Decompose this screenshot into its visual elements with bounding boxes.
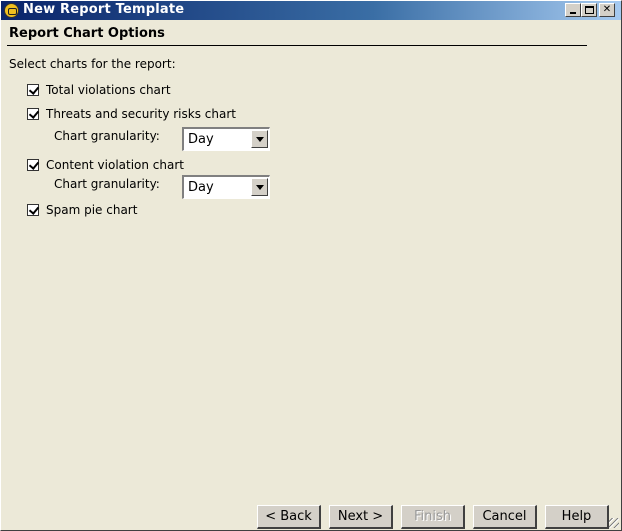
option-threats-security[interactable]: Threats and security risks chart	[27, 107, 236, 121]
finish-button[interactable]: Finish	[401, 505, 465, 529]
select-value: Day	[188, 180, 214, 195]
wizard-footer: < Back Next > Finish Cancel Help	[1, 500, 621, 530]
close-icon: ✕	[602, 4, 612, 15]
minimize-button[interactable]	[565, 3, 581, 17]
checkbox-total-violations[interactable]	[27, 84, 39, 96]
select-prompt: Select charts for the report:	[9, 57, 176, 71]
title-divider	[7, 45, 587, 46]
title-bar[interactable]: New Report Template ✕	[1, 1, 621, 20]
granularity-select-content[interactable]: Day	[182, 175, 270, 199]
chevron-down-icon[interactable]	[251, 178, 268, 196]
cancel-button[interactable]: Cancel	[473, 505, 537, 529]
option-label: Threats and security risks chart	[46, 107, 236, 121]
wizard-content: Report Chart Options Select charts for t…	[1, 20, 621, 500]
minimize-icon	[570, 12, 576, 14]
checkbox-spam-pie[interactable]	[27, 204, 39, 216]
next-button[interactable]: Next >	[329, 505, 393, 529]
select-value: Day	[188, 132, 214, 147]
granularity-select-threats[interactable]: Day	[182, 127, 270, 151]
help-button[interactable]: Help	[545, 505, 609, 529]
section-title: Report Chart Options	[9, 26, 165, 41]
back-button[interactable]: < Back	[257, 505, 321, 529]
chevron-down-icon[interactable]	[251, 130, 268, 148]
window-title: New Report Template	[23, 2, 185, 17]
maximize-icon	[585, 6, 594, 14]
resize-grip-icon[interactable]	[609, 518, 619, 528]
granularity-label-content: Chart granularity:	[54, 177, 160, 191]
checkbox-threats-security[interactable]	[27, 108, 39, 120]
option-label: Total violations chart	[46, 83, 171, 97]
maximize-button[interactable]	[581, 3, 597, 17]
checkbox-content-violation[interactable]	[27, 159, 39, 171]
option-label: Content violation chart	[46, 158, 184, 172]
app-icon	[4, 3, 19, 18]
option-total-violations[interactable]: Total violations chart	[27, 83, 171, 97]
option-spam-pie[interactable]: Spam pie chart	[27, 203, 137, 217]
option-label: Spam pie chart	[46, 203, 138, 217]
granularity-label-threats: Chart granularity:	[54, 129, 160, 143]
wizard-window: New Report Template ✕ Report Chart Optio…	[0, 0, 622, 531]
option-content-violation[interactable]: Content violation chart	[27, 158, 184, 172]
close-button[interactable]: ✕	[599, 3, 615, 17]
